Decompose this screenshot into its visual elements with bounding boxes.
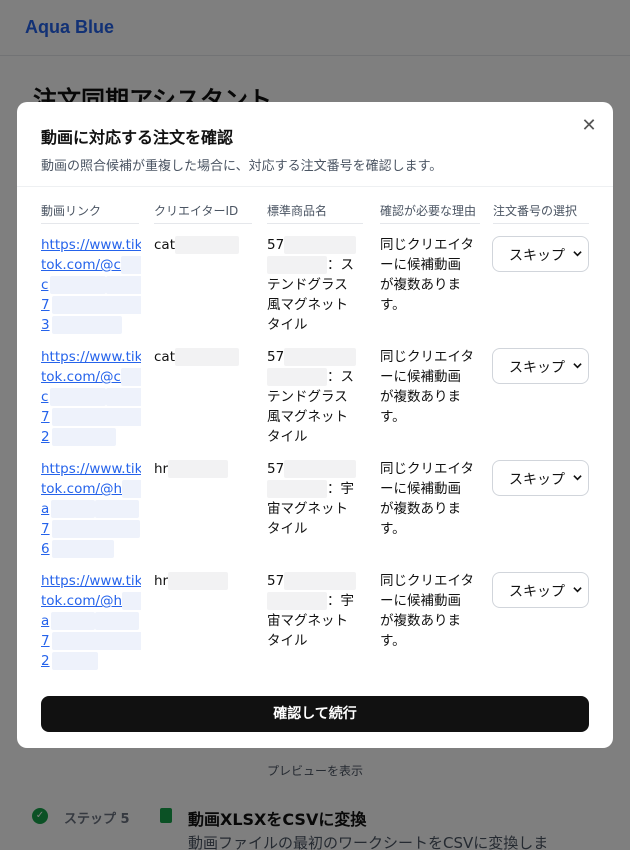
- confirm-continue-button[interactable]: 確認して続行: [41, 696, 589, 732]
- video-link[interactable]: tok.com/@c: [41, 367, 141, 387]
- video-link[interactable]: 7: [41, 519, 141, 539]
- video-link[interactable]: 7: [41, 295, 141, 315]
- column-header-creator-id: クリエイターID: [154, 202, 252, 224]
- video-link[interactable]: c: [41, 387, 141, 407]
- chevron-down-icon: [573, 587, 582, 593]
- reason-text: 同じクリエイタ ーに候補動画 が複数ありま す。: [380, 461, 474, 537]
- table-row-video-link[interactable]: https://www.tik tok.com/@c c 7 2: [41, 347, 141, 447]
- video-link[interactable]: https://www.tik: [41, 235, 141, 255]
- column-header-product-name: 標準商品名: [267, 202, 363, 224]
- video-link[interactable]: a: [41, 499, 141, 519]
- confirm-order-dialog: 動画に対応する注文を確認 動画の照合候補が重複した場合に、対応する注文番号を確認…: [17, 102, 613, 748]
- video-link[interactable]: 2: [41, 427, 141, 447]
- table-row-video-link[interactable]: https://www.tik tok.com/@h a 7 2: [41, 571, 141, 671]
- product-name: 57 ：宇 宙マグネット タイル: [267, 459, 363, 539]
- product-name: 57 ：ス テンドグラス 風マグネット タイル: [267, 235, 363, 335]
- creator-id: hr: [154, 571, 229, 591]
- video-link[interactable]: 6: [41, 539, 141, 559]
- creator-id: cat: [154, 347, 239, 367]
- video-link[interactable]: 7: [41, 407, 141, 427]
- close-icon[interactable]: ✕: [579, 116, 599, 136]
- dialog-title: 動画に対応する注文を確認: [41, 128, 234, 147]
- video-link[interactable]: 2: [41, 651, 141, 671]
- video-link[interactable]: https://www.tik: [41, 347, 141, 367]
- column-header-video-link: 動画リンク: [41, 202, 139, 224]
- table-row-video-link[interactable]: https://www.tik tok.com/@h a 7 6: [41, 459, 141, 559]
- video-link[interactable]: 7: [41, 631, 141, 651]
- video-link[interactable]: tok.com/@c: [41, 255, 141, 275]
- reason-text: 同じクリエイタ ーに候補動画 が複数ありま す。: [380, 573, 474, 649]
- chevron-down-icon: [573, 363, 582, 369]
- column-header-reason: 確認が必要な理由: [380, 202, 480, 224]
- video-link[interactable]: https://www.tik: [41, 571, 141, 591]
- product-name: 57 ：ス テンドグラス 風マグネット タイル: [267, 347, 363, 447]
- video-link[interactable]: c: [41, 275, 141, 295]
- video-link[interactable]: tok.com/@h: [41, 479, 141, 499]
- creator-id: cat: [154, 235, 239, 255]
- product-name: 57 ：宇 宙マグネット タイル: [267, 571, 363, 651]
- reason-text: 同じクリエイタ ーに候補動画 が複数ありま す。: [380, 349, 474, 425]
- order-select[interactable]: スキップ: [492, 348, 589, 384]
- video-link[interactable]: https://www.tik: [41, 459, 141, 479]
- chevron-down-icon: [573, 475, 582, 481]
- table-row-video-link[interactable]: https://www.tik tok.com/@c c 7 3: [41, 235, 141, 335]
- order-select[interactable]: スキップ: [492, 460, 589, 496]
- order-select[interactable]: スキップ: [492, 236, 589, 272]
- video-link[interactable]: a: [41, 611, 141, 631]
- video-link[interactable]: tok.com/@h: [41, 591, 141, 611]
- reason-text: 同じクリエイタ ーに候補動画 が複数ありま す。: [380, 237, 474, 313]
- dialog-header: 動画に対応する注文を確認 動画の照合候補が重複した場合に、対応する注文番号を確認…: [17, 102, 613, 187]
- order-select[interactable]: スキップ: [492, 572, 589, 608]
- column-header-order-select: 注文番号の選択: [493, 202, 589, 224]
- creator-id: hr: [154, 459, 229, 479]
- chevron-down-icon: [573, 251, 582, 257]
- video-link[interactable]: 3: [41, 315, 141, 335]
- dialog-description: 動画の照合候補が重複した場合に、対応する注文番号を確認します。: [41, 159, 443, 174]
